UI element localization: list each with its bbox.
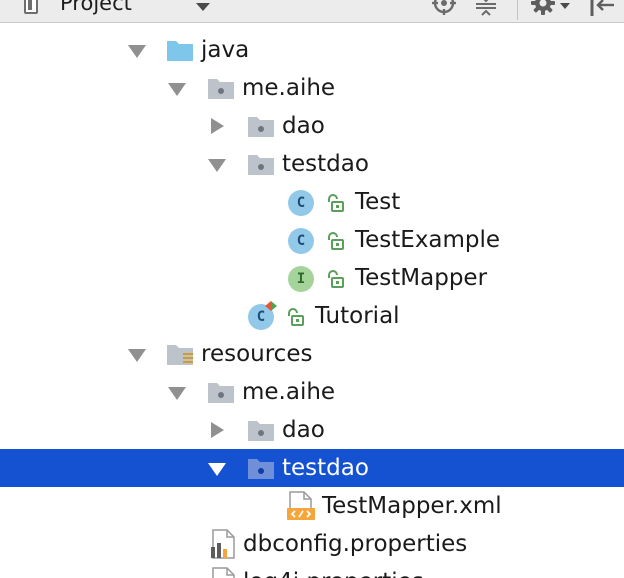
package-icon [208,79,234,99]
expanded-arrow-icon[interactable] [128,42,146,58]
folder-icon [248,421,274,441]
expanded-arrow-icon[interactable] [168,384,186,400]
gear-icon[interactable] [530,0,556,16]
project-tree: java me.aihe dao testdao C Test C TestEx… [0,23,624,578]
tree-node-label: testdao [282,151,369,177]
tree-node-label: dao [282,113,325,139]
run-marker-icon [265,301,277,311]
class-icon: C [288,228,314,254]
tree-node-class-tutorial[interactable]: C Tutorial [0,297,624,335]
toolbar-separator [517,0,518,20]
project-toolbar: Project [0,0,624,23]
expanded-arrow-icon[interactable] [208,460,226,476]
tree-node-java[interactable]: java [0,31,624,69]
public-access-icon [328,232,344,250]
gear-dropdown-icon[interactable] [560,3,570,9]
tree-node-class-test[interactable]: C Test [0,183,624,221]
tree-node-label: java [201,37,250,63]
tree-node-label: Test [355,189,401,215]
properties-file-icon [211,529,235,559]
hide-panel-icon[interactable] [588,0,618,18]
tree-node-resource-dir-testdao[interactable]: testdao [0,449,624,487]
source-folder-icon [167,41,193,61]
dropdown-arrow-icon[interactable] [196,3,210,11]
resources-folder-icon [167,345,193,365]
tree-node-label: resources [201,341,313,367]
tree-node-label: me.aihe [242,379,336,405]
tree-node-label: me.aihe [242,75,336,101]
expanded-arrow-icon[interactable] [208,156,226,172]
tree-node-interface-test-mapper[interactable]: I TestMapper [0,259,624,297]
expanded-arrow-icon[interactable] [128,346,146,362]
tree-node-label: TestMapper [355,265,488,291]
class-icon: C [288,190,314,216]
public-access-icon [328,270,344,288]
collapsed-arrow-icon[interactable] [208,118,226,134]
collapsed-arrow-icon[interactable] [208,422,226,438]
expanded-arrow-icon[interactable] [168,80,186,96]
tree-node-resources[interactable]: resources [0,335,624,373]
tree-node-label: TestExample [355,227,501,253]
package-icon [248,117,274,137]
folder-icon [208,383,234,403]
tree-node-label: dbconfig.properties [243,531,468,557]
tree-node-label: testdao [282,455,369,481]
project-view-title[interactable]: Project [60,0,132,15]
tree-node-file-log4j-properties[interactable]: log4j.properties [0,563,624,578]
tree-node-package-testdao[interactable]: testdao [0,145,624,183]
tree-node-label: TestMapper.xml [322,493,502,519]
package-icon [248,155,274,175]
interface-icon: I [288,266,314,292]
public-access-icon [328,194,344,212]
tree-node-label: dao [282,417,325,443]
collapse-all-icon[interactable] [474,0,498,19]
project-view-icon[interactable] [24,0,38,14]
tree-node-resource-dir-dao[interactable]: dao [0,411,624,449]
folder-icon [248,459,274,479]
tree-node-file-test-mapper-xml[interactable]: TestMapper.xml [0,487,624,525]
tree-node-class-test-example[interactable]: C TestExample [0,221,624,259]
locate-icon[interactable] [432,0,456,15]
tree-node-package-dao[interactable]: dao [0,107,624,145]
xml-file-icon [287,491,315,520]
tree-node-label: log4j.properties [243,568,424,578]
tree-node-label: Tutorial [315,303,400,329]
tree-node-resource-dir-me-aihe[interactable]: me.aihe [0,373,624,411]
properties-file-icon [212,567,235,578]
public-access-icon [288,308,304,326]
tree-node-package-me-aihe[interactable]: me.aihe [0,69,624,107]
tree-node-file-dbconfig-properties[interactable]: dbconfig.properties [0,525,624,563]
